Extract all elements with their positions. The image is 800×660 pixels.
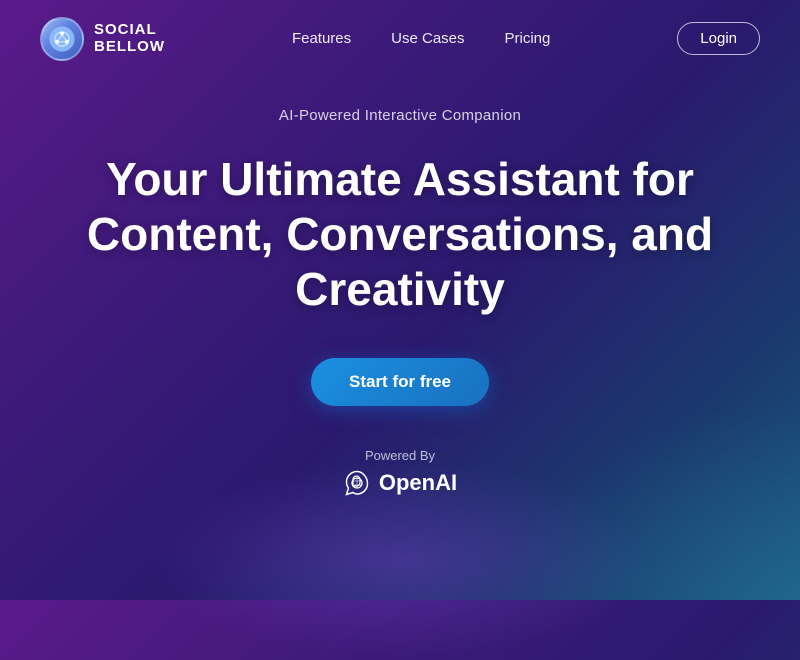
navbar: SOCIAL BELLOW Features Use Cases Pricing… [0,0,800,77]
logo-svg [48,25,76,53]
hero-headline: Your Ultimate Assistant for Content, Con… [60,152,740,318]
nav-links: Features Use Cases Pricing [292,30,550,48]
logo-icon [40,17,84,61]
nav-link-features[interactable]: Features [292,30,351,47]
login-button[interactable]: Login [677,22,760,55]
nav-item-pricing[interactable]: Pricing [505,30,551,48]
nav-link-pricing[interactable]: Pricing [505,30,551,47]
nav-item-use-cases[interactable]: Use Cases [391,30,464,48]
powered-label: Powered By [365,448,435,463]
hero-subtitle: AI-Powered Interactive Companion [279,107,521,124]
cta-button[interactable]: Start for free [311,358,489,406]
nav-link-use-cases[interactable]: Use Cases [391,30,464,47]
powered-by-section: Powered By OpenAI [343,448,457,497]
logo[interactable]: SOCIAL BELLOW [40,17,165,61]
logo-line1: SOCIAL [94,22,165,39]
openai-logo-icon [343,469,371,497]
logo-line2: BELLOW [94,39,165,56]
nav-item-features[interactable]: Features [292,30,351,48]
logo-text: SOCIAL BELLOW [94,22,165,55]
openai-label: OpenAI [379,470,457,496]
openai-branding: OpenAI [343,469,457,497]
hero-section: AI-Powered Interactive Companion Your Ul… [0,77,800,497]
